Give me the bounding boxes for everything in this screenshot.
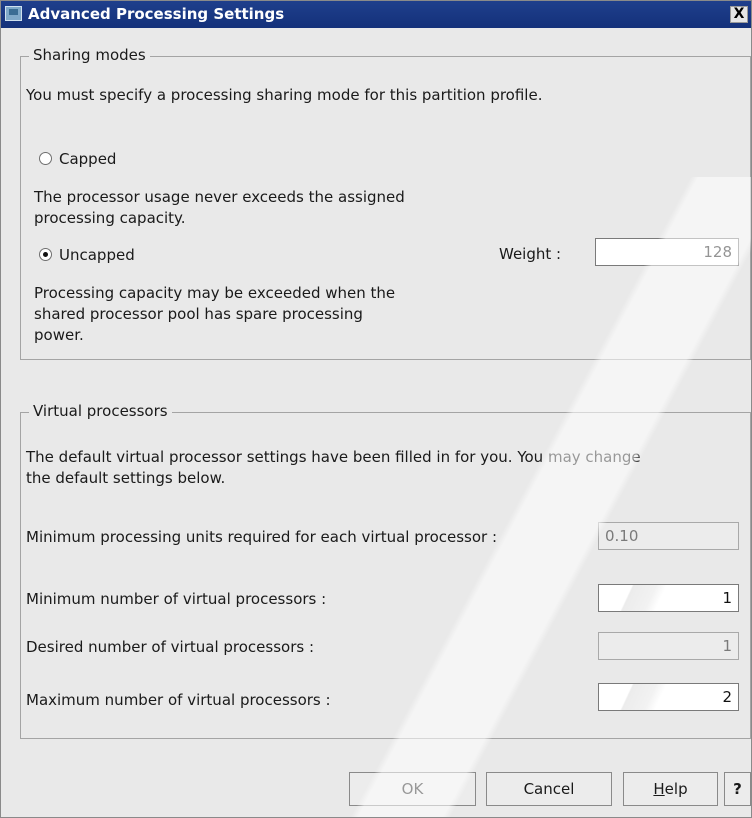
weight-input[interactable]: 128	[595, 238, 739, 266]
capped-description-line2: processing capacity.	[34, 209, 186, 227]
cancel-button[interactable]: Cancel	[486, 772, 612, 806]
capped-description-line1: The processor usage never exceeds the as…	[34, 188, 405, 206]
uncapped-description-line3: power.	[34, 326, 84, 344]
desired-virtual-processors-input: 1	[598, 632, 739, 660]
context-help-button[interactable]: ?	[724, 772, 751, 806]
ok-button[interactable]: OK	[349, 772, 476, 806]
uncapped-label[interactable]: Uncapped	[59, 245, 135, 265]
virtual-description-line2: the default settings below.	[26, 469, 226, 487]
virtual-description-line1: The default virtual processor settings h…	[26, 448, 641, 466]
min-processing-units-input: 0.10	[598, 522, 739, 550]
sharing-modes-legend: Sharing modes	[29, 46, 150, 64]
uncapped-description-line1: Processing capacity may be exceeded when…	[34, 284, 396, 302]
window-icon	[5, 6, 22, 21]
window-title: Advanced Processing Settings	[28, 5, 285, 23]
close-button[interactable]: X	[730, 6, 748, 23]
min-virtual-processors-input[interactable]: 1	[598, 584, 739, 612]
sharing-instruction: You must specify a processing sharing mo…	[26, 86, 543, 104]
help-label-rest: elp	[664, 780, 688, 798]
capped-label[interactable]: Capped	[59, 149, 116, 169]
uncapped-radio[interactable]	[39, 248, 52, 261]
max-virtual-processors-input[interactable]: 2	[598, 683, 739, 711]
max-virtual-processors-label: Maximum number of virtual processors :	[26, 691, 331, 709]
title-bar[interactable]: Advanced Processing Settings X	[1, 1, 751, 28]
desired-virtual-processors-label: Desired number of virtual processors :	[26, 638, 315, 656]
weight-label: Weight :	[499, 245, 562, 263]
uncapped-description-line2: shared processor pool has spare processi…	[34, 305, 363, 323]
advanced-processing-settings-dialog: Advanced Processing Settings X Sharing m…	[0, 0, 752, 818]
capped-radio[interactable]	[39, 152, 52, 165]
help-mnemonic: H	[653, 780, 665, 798]
min-processing-units-label: Minimum processing units required for ea…	[26, 528, 498, 546]
virtual-processors-legend: Virtual processors	[29, 402, 172, 420]
min-virtual-processors-label: Minimum number of virtual processors :	[26, 590, 327, 608]
help-button[interactable]: Help	[623, 772, 718, 806]
